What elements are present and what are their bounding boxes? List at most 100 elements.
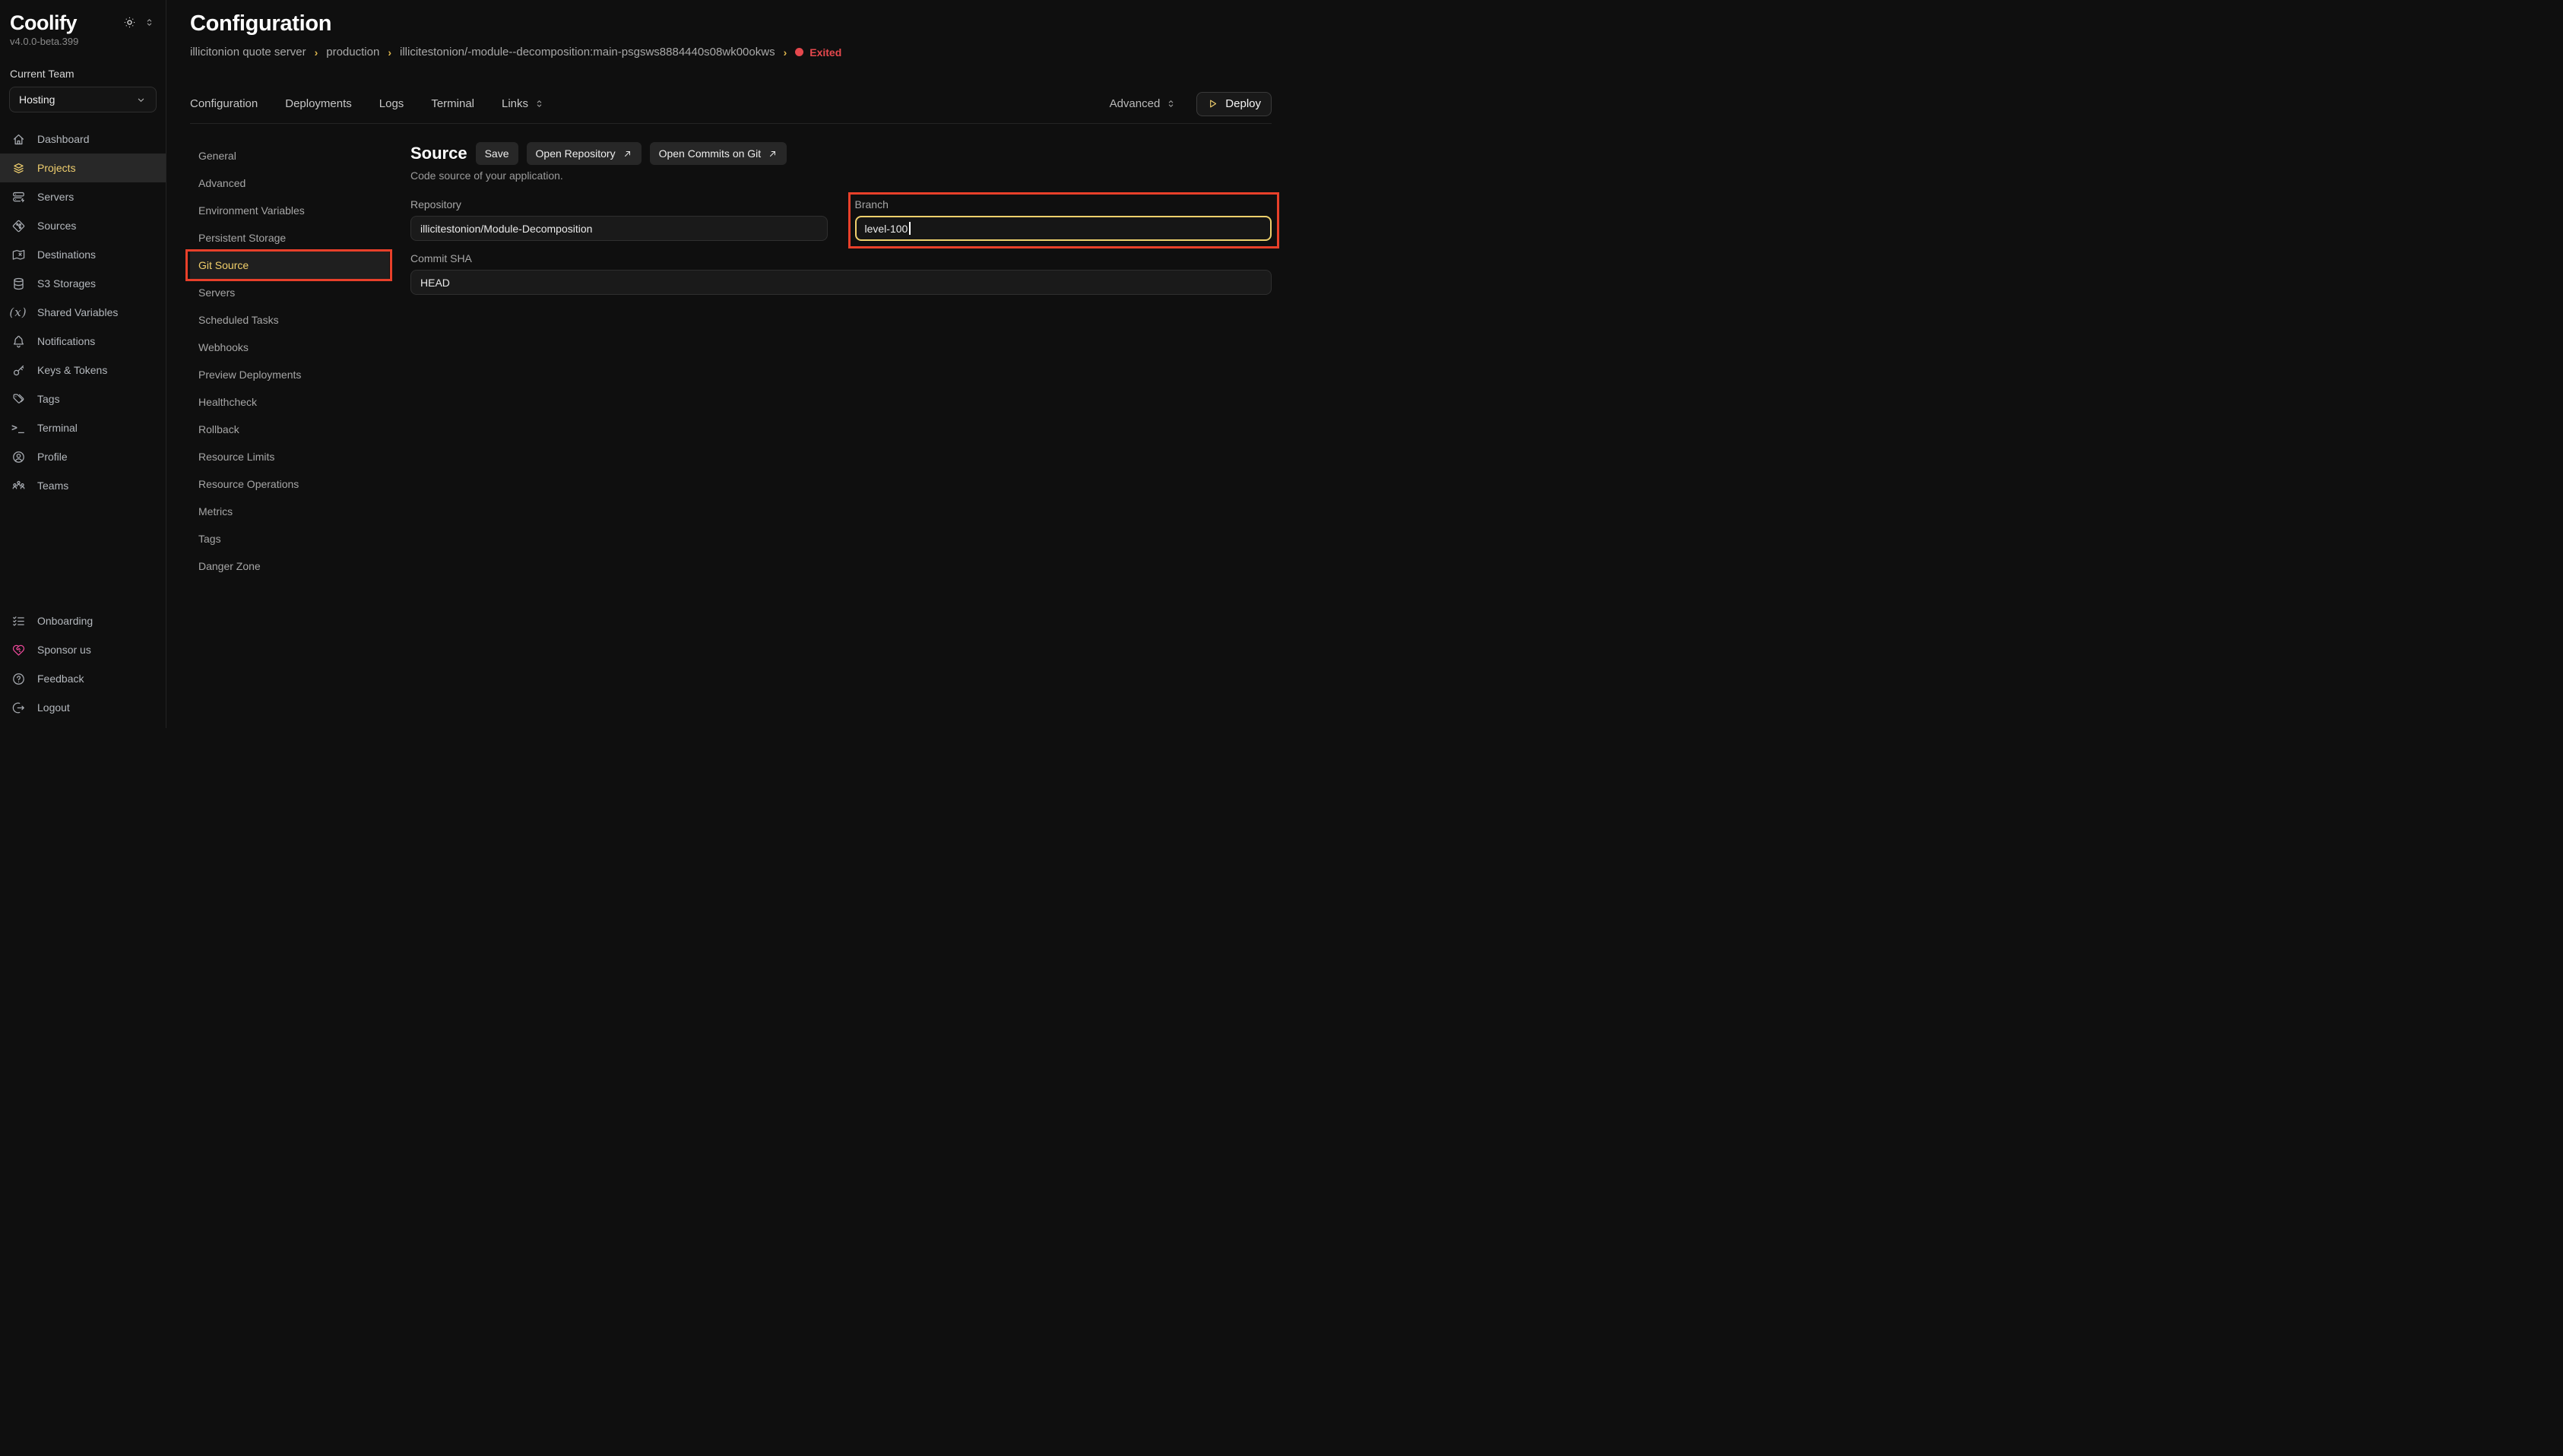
tab-logs[interactable]: Logs <box>379 97 404 110</box>
git-source-section: Source Save Open Repository Open Commits… <box>410 142 1272 728</box>
sidebar-item-notifications[interactable]: Notifications <box>0 327 166 356</box>
page-title: Configuration <box>190 11 1272 36</box>
play-icon <box>1207 98 1218 109</box>
section-title: Source <box>410 142 467 165</box>
sidebar-item-projects[interactable]: Projects <box>0 154 166 182</box>
variables-icon: (x) <box>11 305 26 320</box>
terminal-icon: >_ <box>11 423 26 434</box>
sidebar-item-logout[interactable]: Logout <box>0 693 166 722</box>
tab-actions: Advanced Deploy <box>1110 92 1272 116</box>
sidebar-item-label: Notifications <box>37 335 95 347</box>
commit-sha-input[interactable]: HEAD <box>410 270 1272 295</box>
chevron-right-icon: › <box>784 46 787 59</box>
app-root: Coolify v4.0.0-beta.399 Current Team Hos… <box>0 0 1282 728</box>
tab-terminal[interactable]: Terminal <box>431 97 474 110</box>
subnav-item-danger-zone[interactable]: Danger Zone <box>190 552 389 580</box>
branch-input[interactable]: level-100 <box>855 216 1272 241</box>
sidebar-item-shared-variables[interactable]: (x) Shared Variables <box>0 298 166 327</box>
chevron-right-icon: › <box>315 46 318 59</box>
sidebar-nav: Dashboard Projects Servers Sources Desti… <box>0 125 166 500</box>
heart-handshake-icon <box>11 643 26 657</box>
subnav-item-webhooks[interactable]: Webhooks <box>190 334 389 361</box>
logout-icon <box>11 701 26 715</box>
app-version: v4.0.0-beta.399 <box>0 36 166 47</box>
subnav-item-resource-limits[interactable]: Resource Limits <box>190 443 389 470</box>
deploy-button[interactable]: Deploy <box>1196 92 1272 116</box>
branch-label: Branch <box>855 198 1272 210</box>
main-content: Configuration illicitonion quote server … <box>166 0 1282 728</box>
sidebar-item-teams[interactable]: Teams <box>0 471 166 500</box>
home-icon <box>11 132 26 147</box>
breadcrumb: illicitonion quote server › production ›… <box>190 46 1272 59</box>
theme-selector-icon[interactable] <box>144 17 155 28</box>
user-circle-icon <box>11 450 26 464</box>
app-logo: Coolify <box>10 11 77 35</box>
sidebar-item-onboarding[interactable]: Onboarding <box>0 606 166 635</box>
stack-icon <box>11 161 26 176</box>
selector-icon <box>1165 98 1177 109</box>
sidebar-item-keys-tokens[interactable]: Keys & Tokens <box>0 356 166 385</box>
subnav-item-servers[interactable]: Servers <box>190 279 389 306</box>
subnav-item-resource-operations[interactable]: Resource Operations <box>190 470 389 498</box>
subnav-item-scheduled-tasks[interactable]: Scheduled Tasks <box>190 306 389 334</box>
selector-icon <box>534 98 545 109</box>
subnav-item-metrics[interactable]: Metrics <box>190 498 389 525</box>
sidebar-item-s3-storages[interactable]: S3 Storages <box>0 269 166 298</box>
breadcrumb-project[interactable]: illicitonion quote server <box>190 46 306 59</box>
subnav-item-git-source[interactable]: Git Source <box>190 252 389 279</box>
repo-branch-row: Repository illicitestonion/Module-Decomp… <box>410 198 1272 241</box>
chevron-down-icon <box>135 94 147 106</box>
status-text: Exited <box>809 46 841 59</box>
repository-field: Repository illicitestonion/Module-Decomp… <box>410 198 828 241</box>
subnav-item-preview-deployments[interactable]: Preview Deployments <box>190 361 389 388</box>
sidebar-item-destinations[interactable]: Destinations <box>0 240 166 269</box>
sidebar-item-label: Profile <box>37 451 68 463</box>
breadcrumb-environment[interactable]: production <box>326 46 379 59</box>
sidebar-item-servers[interactable]: Servers <box>0 182 166 211</box>
subnav-item-advanced[interactable]: Advanced <box>190 169 389 197</box>
tab-deployments[interactable]: Deployments <box>285 97 352 110</box>
sidebar-item-tags[interactable]: Tags <box>0 385 166 413</box>
external-link-icon <box>623 149 632 159</box>
subnav-item-environment-variables[interactable]: Environment Variables <box>190 197 389 224</box>
sidebar-item-label: S3 Storages <box>37 277 96 290</box>
external-link-icon <box>768 149 778 159</box>
map-icon <box>11 248 26 262</box>
subnav-item-general[interactable]: General <box>190 142 389 169</box>
sidebar-item-label: Dashboard <box>37 133 90 145</box>
sidebar-item-label: Onboarding <box>37 615 93 627</box>
source-header: Source Save Open Repository Open Commits… <box>410 142 1272 165</box>
save-button[interactable]: Save <box>476 142 518 165</box>
tab-configuration[interactable]: Configuration <box>190 97 258 110</box>
subnav-item-rollback[interactable]: Rollback <box>190 416 389 443</box>
repository-input[interactable]: illicitestonion/Module-Decomposition <box>410 216 828 241</box>
open-repository-button[interactable]: Open Repository <box>527 142 642 165</box>
tab-links[interactable]: Links <box>502 97 545 110</box>
subnav-item-healthcheck[interactable]: Healthcheck <box>190 388 389 416</box>
theme-sun-icon[interactable] <box>122 15 137 30</box>
sidebar-item-label: Sponsor us <box>37 644 91 656</box>
sidebar-item-sponsor-us[interactable]: Sponsor us <box>0 635 166 664</box>
sidebar-item-sources[interactable]: Sources <box>0 211 166 240</box>
sidebar-item-label: Logout <box>37 701 70 714</box>
sidebar-item-terminal[interactable]: >_ Terminal <box>0 413 166 442</box>
sidebar-item-feedback[interactable]: Feedback <box>0 664 166 693</box>
subnav-item-persistent-storage[interactable]: Persistent Storage <box>190 224 389 252</box>
sidebar-item-dashboard[interactable]: Dashboard <box>0 125 166 154</box>
sidebar-item-label: Keys & Tokens <box>37 364 107 376</box>
open-commits-button[interactable]: Open Commits on Git <box>650 142 787 165</box>
sidebar-item-label: Shared Variables <box>37 306 118 318</box>
text-cursor <box>909 222 911 235</box>
team-select[interactable]: Hosting <box>9 87 157 112</box>
breadcrumb-application[interactable]: illicitestonion/-module--decomposition:m… <box>400 46 775 59</box>
advanced-menu[interactable]: Advanced <box>1110 97 1177 110</box>
key-icon <box>11 363 26 378</box>
branch-field: Branch level-100 <box>855 198 1272 241</box>
sidebar-item-profile[interactable]: Profile <box>0 442 166 471</box>
current-team-label: Current Team <box>0 68 166 80</box>
commit-sha-label: Commit SHA <box>410 252 1272 264</box>
chevron-right-icon: › <box>388 46 391 59</box>
sidebar-item-label: Tags <box>37 393 60 405</box>
subnav-item-tags[interactable]: Tags <box>190 525 389 552</box>
git-icon <box>11 219 26 233</box>
